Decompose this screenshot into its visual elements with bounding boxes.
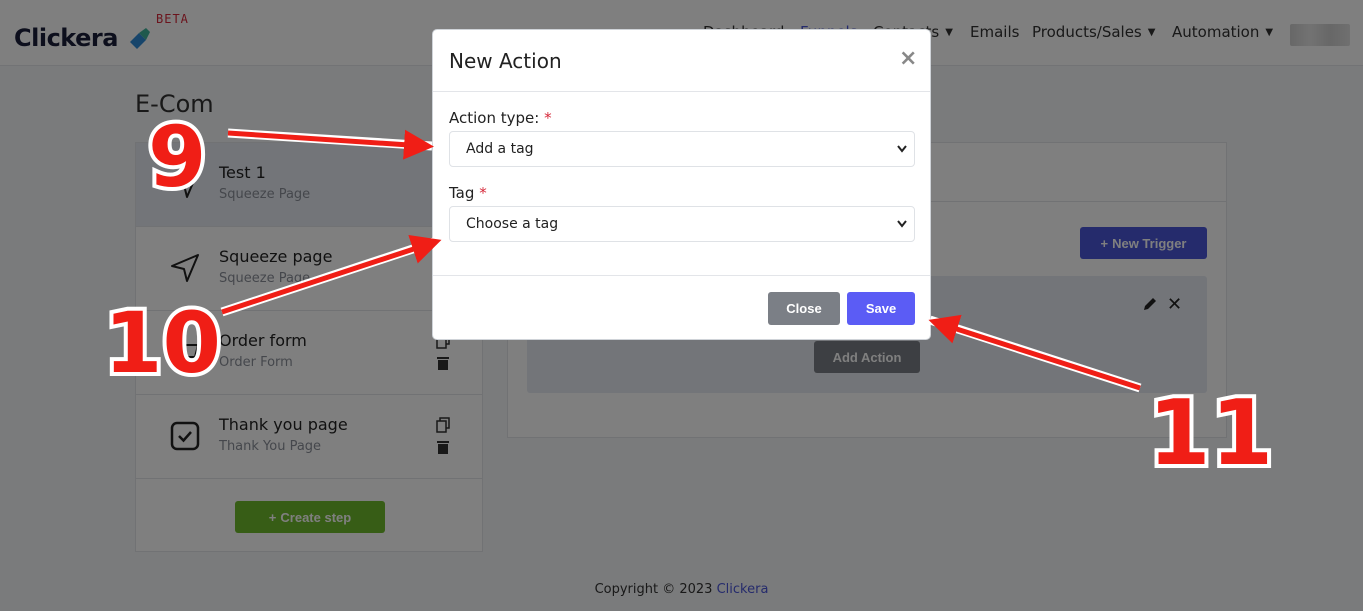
tag-select[interactable]: Choose a tag	[449, 206, 915, 242]
action-type-select[interactable]: Add a tag	[449, 131, 915, 167]
chevron-down-icon	[897, 145, 907, 153]
new-action-modal: New Action × Action type: * Add a tag Ta…	[432, 29, 931, 340]
action-type-label: Action type: *	[449, 109, 552, 127]
modal-footer: Close Save	[433, 275, 930, 339]
modal-title: New Action	[449, 49, 562, 73]
close-icon[interactable]: ×	[899, 46, 917, 71]
chevron-down-icon	[897, 220, 907, 228]
modal-header: New Action ×	[433, 30, 930, 92]
tag-label: Tag *	[449, 184, 487, 202]
close-button[interactable]: Close	[768, 292, 840, 325]
save-button[interactable]: Save	[847, 292, 915, 325]
